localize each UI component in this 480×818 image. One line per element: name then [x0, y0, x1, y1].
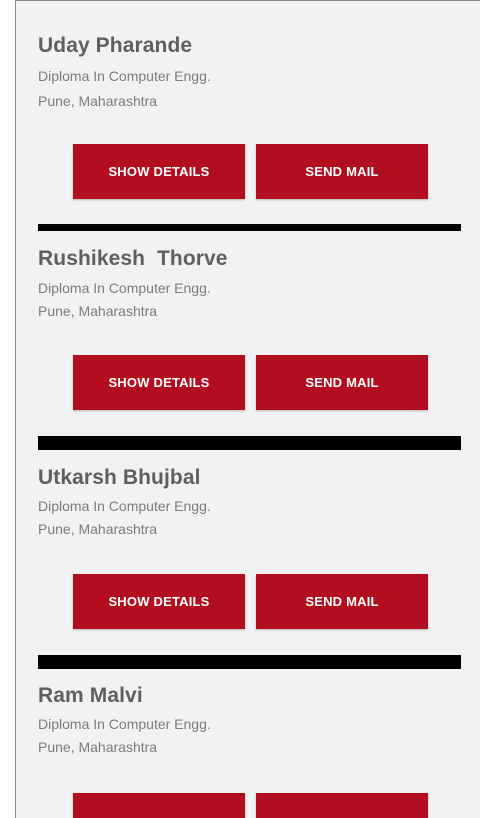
student-list[interactable]: Uday Pharande Diploma In Computer Engg. …: [15, 0, 480, 818]
student-name: Rushikesh Thorve: [38, 247, 228, 270]
show-details-button[interactable]: [73, 793, 245, 818]
card-divider: [38, 655, 461, 669]
show-details-button[interactable]: SHOW DETAILS: [73, 355, 245, 410]
student-course: Diploma In Computer Engg.: [38, 716, 211, 732]
student-course: Diploma In Computer Engg.: [38, 68, 211, 84]
student-name: Ram Malvi: [38, 684, 143, 707]
send-mail-button[interactable]: SEND MAIL: [256, 574, 428, 629]
student-location: Pune, Maharashtra: [38, 739, 158, 755]
show-details-button[interactable]: SHOW DETAILS: [73, 144, 245, 199]
student-course: Diploma In Computer Engg.: [38, 280, 211, 296]
send-mail-button[interactable]: SEND MAIL: [256, 355, 428, 410]
student-location: Pune, Maharashtra: [38, 521, 158, 537]
student-name: Utkarsh Bhujbal: [38, 466, 201, 489]
student-name: Uday Pharande: [38, 34, 193, 57]
send-mail-button[interactable]: [256, 793, 428, 818]
student-course: Diploma In Computer Engg.: [38, 498, 211, 514]
student-location: Pune, Maharashtra: [38, 303, 158, 319]
card-divider: [38, 224, 461, 231]
show-details-button[interactable]: SHOW DETAILS: [73, 574, 245, 629]
student-location: Pune, Maharashtra: [38, 93, 158, 109]
card-divider: [38, 436, 461, 450]
send-mail-button[interactable]: SEND MAIL: [256, 144, 428, 199]
